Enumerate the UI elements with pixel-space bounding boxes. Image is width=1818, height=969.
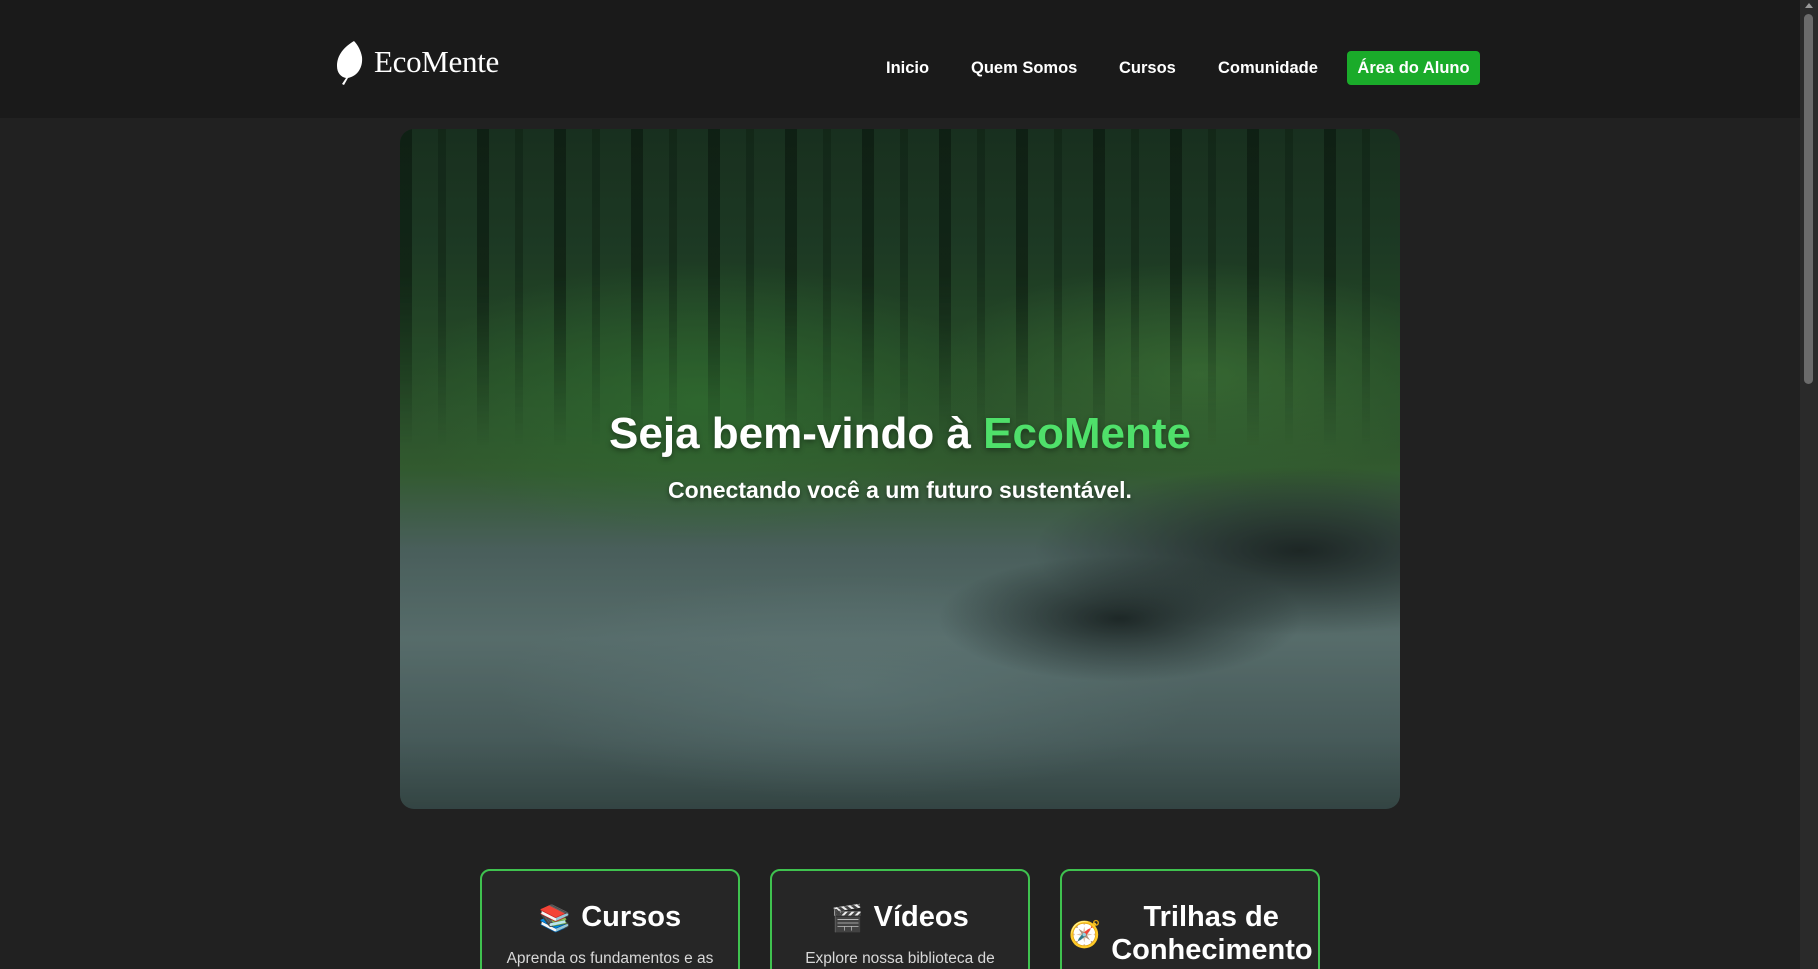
card-description: Explore nossa biblioteca de xyxy=(805,950,995,967)
card-description: Aprenda os fundamentos e as xyxy=(506,950,714,967)
site-header: EcoMente Inicio Quem Somos Cursos Comuni… xyxy=(0,0,1800,118)
card-title: Vídeos xyxy=(873,901,969,933)
card-title: Cursos xyxy=(581,901,682,933)
clapperboard-icon: 🎬 xyxy=(831,902,864,933)
main-nav: Inicio Quem Somos Cursos Comunidade Área… xyxy=(0,51,1800,85)
page-scrollbar[interactable] xyxy=(1800,0,1818,969)
hero-title-accent: EcoMente xyxy=(983,409,1191,458)
card-title: Trilhas de Conhecimento xyxy=(1111,901,1313,966)
nav-link-quem-somos[interactable]: Quem Somos xyxy=(971,51,1077,85)
scroll-up-arrow-icon[interactable] xyxy=(1805,3,1813,8)
nav-link-inicio[interactable]: Inicio xyxy=(886,51,929,85)
books-icon: 📚 xyxy=(538,902,572,933)
hero-banner: Seja bem-vindo à EcoMente Conectando voc… xyxy=(400,129,1400,809)
card-cursos[interactable]: 📚 Cursos Aprenda os fundamentos e as xyxy=(480,869,740,969)
student-area-button[interactable]: Área do Aluno xyxy=(1347,51,1480,85)
scrollbar-thumb[interactable] xyxy=(1804,14,1813,384)
nav-link-comunidade[interactable]: Comunidade xyxy=(1218,51,1318,85)
hero-title: Seja bem-vindo à EcoMente xyxy=(609,409,1191,458)
card-trilhas[interactable]: 🧭 Trilhas de Conhecimento xyxy=(1060,869,1320,969)
hero-subtitle: Conectando você a um futuro sustentável. xyxy=(668,477,1132,503)
card-videos[interactable]: 🎬 Vídeos Explore nossa biblioteca de xyxy=(770,869,1030,969)
nav-link-cursos[interactable]: Cursos xyxy=(1119,51,1176,85)
compass-icon: 🧭 xyxy=(1068,919,1102,949)
